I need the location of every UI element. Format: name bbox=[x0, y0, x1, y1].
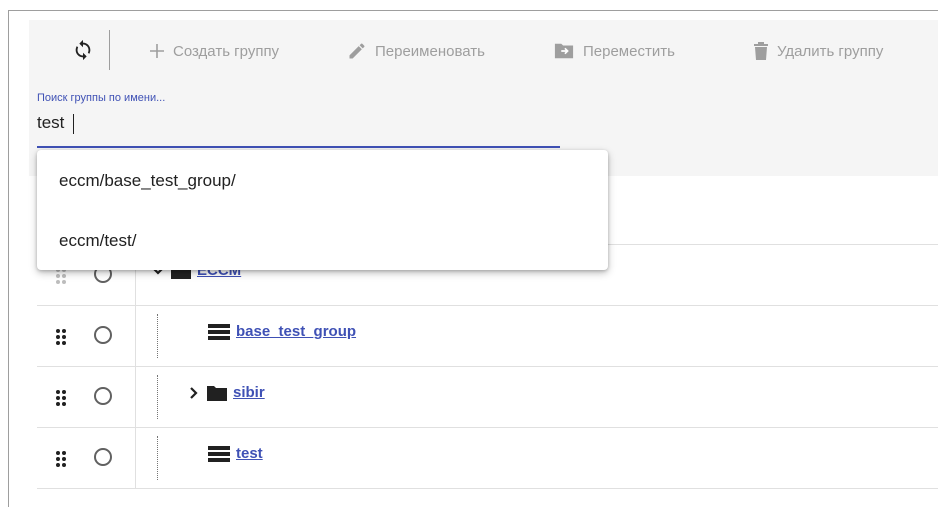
tree-node-base-test-group: base_test_group bbox=[208, 323, 356, 340]
create-group-label: Создать группу bbox=[173, 42, 280, 60]
tree-guide-line bbox=[157, 375, 158, 419]
text-caret bbox=[73, 114, 74, 134]
server-group-icon bbox=[208, 445, 230, 462]
tree-node-link[interactable]: base_test_group bbox=[236, 323, 356, 340]
tree-row[interactable]: test bbox=[37, 428, 938, 489]
tree-guide-line bbox=[157, 314, 158, 358]
drag-handle-icon[interactable] bbox=[55, 389, 67, 407]
server-group-icon bbox=[208, 323, 230, 340]
tree-node-link[interactable]: test bbox=[236, 445, 263, 462]
drag-handle-icon[interactable] bbox=[55, 450, 67, 468]
drag-handle-icon[interactable] bbox=[55, 328, 67, 346]
chevron-right-icon[interactable] bbox=[187, 386, 201, 400]
column-divider bbox=[135, 306, 136, 366]
suggestion-item[interactable]: eccm/test/ bbox=[37, 212, 608, 270]
row-radio[interactable] bbox=[94, 448, 112, 466]
folder-icon bbox=[207, 385, 227, 401]
tree-row[interactable]: sibir bbox=[37, 367, 938, 428]
tree-node-test: test bbox=[208, 445, 263, 462]
tree-guide-line bbox=[157, 436, 158, 480]
rename-button[interactable]: Переименовать bbox=[347, 20, 485, 82]
pencil-icon bbox=[349, 43, 365, 59]
row-radio[interactable] bbox=[94, 326, 112, 344]
plus-icon bbox=[150, 44, 164, 58]
column-divider bbox=[135, 428, 136, 488]
move-button[interactable]: Переместить bbox=[553, 20, 675, 82]
create-group-button[interactable]: Создать группу bbox=[149, 20, 279, 82]
trash-icon bbox=[754, 42, 768, 60]
tree-node-link[interactable]: sibir bbox=[233, 384, 265, 401]
toolbar-divider bbox=[109, 30, 110, 70]
column-divider bbox=[135, 367, 136, 427]
move-label: Переместить bbox=[583, 42, 675, 60]
autocomplete-dropdown: eccm/base_test_group/ eccm/test/ bbox=[37, 150, 608, 270]
rename-label: Переименовать bbox=[375, 42, 485, 60]
row-radio[interactable] bbox=[94, 387, 112, 405]
delete-group-label: Удалить группу bbox=[777, 42, 884, 60]
refresh-icon bbox=[75, 39, 91, 61]
tree-node-sibir: sibir bbox=[187, 384, 265, 401]
folder-move-icon bbox=[554, 43, 574, 59]
delete-group-button[interactable]: Удалить группу bbox=[753, 20, 883, 82]
tree-row[interactable]: base_test_group bbox=[37, 306, 938, 367]
search-underline bbox=[37, 146, 560, 148]
search-input[interactable] bbox=[37, 110, 557, 136]
refresh-button[interactable] bbox=[67, 30, 107, 70]
search-label: Поиск группы по имени... bbox=[37, 92, 166, 104]
suggestion-item[interactable]: eccm/base_test_group/ bbox=[37, 152, 608, 210]
toolbar: Создать группу Переименовать Переместить… bbox=[29, 20, 938, 88]
